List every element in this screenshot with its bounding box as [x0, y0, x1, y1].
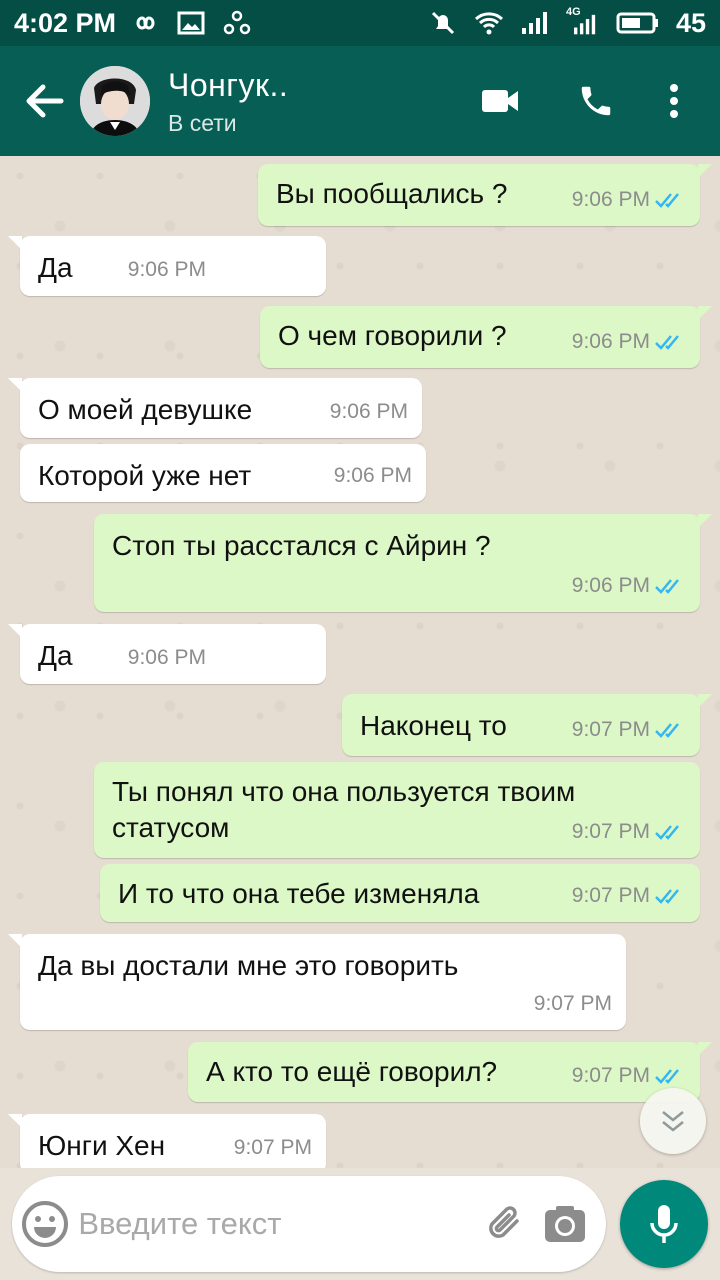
emoji-button[interactable] — [16, 1176, 74, 1272]
more-vert-icon — [670, 84, 678, 118]
message-text: А кто то ещё говорил? — [206, 1056, 498, 1087]
composer-field — [12, 1176, 606, 1272]
double-check-icon — [655, 193, 679, 208]
double-check-icon — [655, 825, 679, 840]
double-check-icon — [655, 723, 679, 738]
double-check-icon — [655, 579, 679, 594]
microphone-icon — [650, 1205, 678, 1243]
message-text: Да — [38, 640, 73, 671]
more-options-button[interactable] — [644, 61, 704, 141]
share-nodes-icon — [223, 10, 251, 35]
message-incoming[interactable]: Да 9:06 PM — [8, 624, 326, 684]
signal-icon — [521, 12, 547, 34]
message-time: 9:07 PM — [571, 718, 650, 741]
contact-name: Чонгук.. — [168, 66, 289, 103]
composer-bar — [0, 1168, 720, 1280]
network-4g-signal: 4G — [566, 6, 600, 36]
message-incoming[interactable]: О моей девушке 9:06 PM — [8, 378, 422, 438]
avatar-image — [80, 66, 150, 136]
message-list[interactable]: Вы пообщались ? 9:06 PM Да 9:06 PM О чем… — [0, 156, 720, 1168]
chat-header: Чонгук.. В сети — [0, 46, 720, 156]
message-time: 9:06 PM — [333, 464, 412, 487]
message-time: 9:06 PM — [127, 646, 206, 669]
message-incoming[interactable]: Юнги Хен 9:07 PM — [8, 1114, 326, 1168]
voice-call-button[interactable] — [548, 61, 644, 141]
wifi-icon — [474, 12, 503, 35]
signal-4g-icon — [573, 14, 596, 35]
message-text: Да вы достали мне это говорить — [38, 950, 459, 981]
status-bar: 4:02 PM 4G 45 — [0, 0, 720, 46]
message-text: И то что она тебе изменяла — [118, 878, 480, 909]
message-time: 9:07 PM — [571, 884, 650, 907]
message-outgoing[interactable]: А кто то ещё говорил? 9:07 PM — [188, 1042, 712, 1102]
message-time: 9:07 PM — [571, 820, 650, 843]
message-outgoing[interactable]: Вы пообщались ? 9:06 PM — [258, 164, 712, 226]
battery-level: 45 — [675, 7, 706, 38]
message-text: О моей девушке — [38, 394, 253, 425]
message-outgoing[interactable]: Ты понял что она пользуется твоим статус… — [94, 762, 700, 858]
message-incoming[interactable]: Да 9:06 PM — [8, 236, 326, 296]
double-check-icon — [655, 335, 679, 350]
message-input[interactable] — [74, 1194, 478, 1254]
message-text: Да — [38, 252, 73, 283]
message-outgoing[interactable]: О чем говорили ? 9:06 PM — [260, 306, 712, 368]
message-time: 9:06 PM — [571, 330, 650, 353]
message-time: 9:07 PM — [233, 1136, 312, 1159]
camera-button[interactable] — [536, 1176, 594, 1272]
smiley-icon — [22, 1201, 69, 1247]
video-call-button[interactable] — [452, 61, 548, 141]
message-text: Наконец то — [360, 710, 507, 741]
message-time: 9:07 PM — [533, 992, 612, 1015]
message-time: 9:06 PM — [571, 188, 650, 211]
infinity-icon — [136, 16, 155, 30]
gallery-icon — [177, 11, 205, 35]
double-check-icon — [655, 889, 679, 904]
camera-icon — [544, 1206, 585, 1242]
back-button[interactable] — [10, 46, 80, 156]
contact-info[interactable]: Чонгук.. В сети — [168, 66, 452, 137]
message-text: О чем говорили ? — [278, 320, 507, 351]
attach-button[interactable] — [477, 1176, 535, 1272]
double-chevron-down-icon — [662, 1111, 684, 1132]
paperclip-icon — [489, 1206, 520, 1238]
message-time: 9:06 PM — [329, 400, 408, 423]
contact-status: В сети — [168, 109, 237, 136]
scroll-to-bottom-button[interactable] — [640, 1088, 706, 1154]
message-outgoing[interactable]: И то что она тебе изменяла 9:07 PM — [100, 864, 700, 922]
message-text: Стоп ты расстался с Айрин ? — [112, 530, 491, 561]
message-text: Которой уже нет — [38, 460, 252, 491]
message-text: Юнги Хен — [38, 1130, 166, 1161]
phone-icon — [581, 86, 611, 116]
video-camera-icon — [482, 90, 518, 112]
message-outgoing[interactable]: Стоп ты расстался с Айрин ? 9:06 PM — [94, 514, 712, 612]
double-check-icon — [655, 1069, 679, 1084]
message-incoming[interactable]: Да вы достали мне это говорить 9:07 PM — [8, 934, 626, 1030]
message-text: Вы пообщались ? — [276, 178, 508, 209]
battery-icon — [616, 12, 658, 34]
status-time: 4:02 PM — [14, 7, 117, 38]
message-time: 9:06 PM — [571, 574, 650, 597]
voice-message-button[interactable] — [620, 1180, 708, 1268]
message-time: 9:07 PM — [571, 1064, 650, 1087]
message-time: 9:06 PM — [127, 258, 206, 281]
message-incoming[interactable]: Которой уже нет 9:06 PM — [20, 444, 426, 502]
message-outgoing[interactable]: Наконец то 9:07 PM — [342, 694, 712, 756]
mute-bell-icon — [431, 11, 455, 35]
arrow-left-icon — [26, 84, 64, 118]
avatar[interactable] — [80, 66, 150, 136]
